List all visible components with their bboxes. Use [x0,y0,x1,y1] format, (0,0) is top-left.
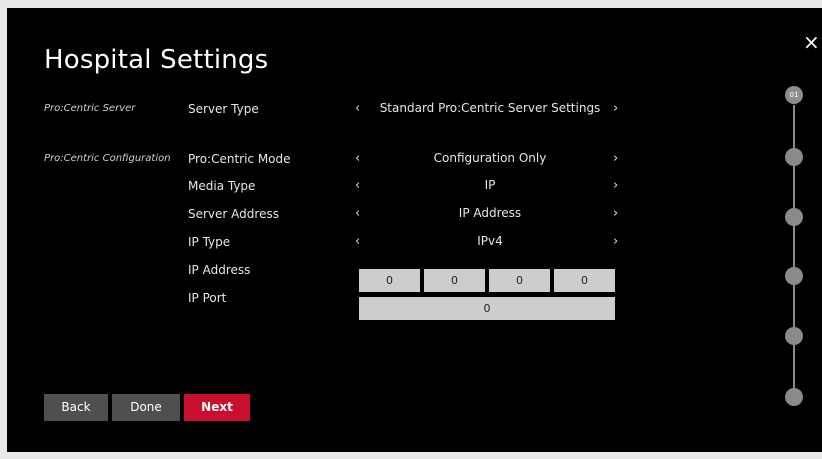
back-button[interactable]: Back [44,394,108,421]
section-label-configuration: Pro:Centric Configuration [44,153,171,164]
stepper-step-current: 01 [785,86,803,104]
ip-octet-1-input[interactable]: 0 [359,269,420,292]
ip-octet-3-input[interactable]: 0 [489,269,550,292]
chevron-left-icon[interactable]: ‹ [355,206,360,221]
next-button[interactable]: Next [184,394,250,421]
stepper-step [785,327,803,345]
mode-selector[interactable]: ‹ Configuration Only › [352,151,622,171]
chevron-right-icon[interactable]: › [613,234,618,249]
chevron-left-icon[interactable]: ‹ [355,151,360,166]
chevron-left-icon[interactable]: ‹ [355,234,360,249]
ip-octet-4-input[interactable]: 0 [554,269,615,292]
ip-address-label: IP Address [188,263,251,277]
chevron-right-icon[interactable]: › [613,206,618,221]
ip-octet-2-input[interactable]: 0 [424,269,485,292]
done-button[interactable]: Done [112,394,180,421]
ip-type-value: IPv4 [477,234,503,248]
server-type-label: Server Type [188,102,259,116]
ip-type-label: IP Type [188,235,231,249]
close-icon[interactable]: × [803,32,820,52]
stepper-step [785,388,803,406]
chevron-right-icon[interactable]: › [613,151,618,166]
chevron-left-icon[interactable]: ‹ [355,178,360,193]
server-type-selector[interactable]: ‹ Standard Pro:Centric Server Settings › [352,101,622,121]
chevron-left-icon[interactable]: ‹ [355,101,360,116]
stepper-step [785,267,803,285]
stepper-step [785,148,803,166]
mode-label: Pro:Centric Mode [188,152,291,166]
server-address-label: Server Address [188,207,279,221]
section-label-server: Pro:Centric Server [44,103,136,114]
ip-port-label: IP Port [188,291,227,305]
media-type-value: IP [484,178,496,192]
media-type-selector[interactable]: ‹ IP › [352,178,622,198]
chevron-right-icon[interactable]: › [613,178,618,193]
media-type-label: Media Type [188,179,256,193]
stepper-step [785,208,803,226]
chevron-right-icon[interactable]: › [613,101,618,116]
server-address-value: IP Address [458,206,522,220]
ip-type-selector[interactable]: ‹ IPv4 › [352,234,622,254]
server-address-selector[interactable]: ‹ IP Address › [352,206,622,226]
ip-port-input[interactable]: 0 [359,297,615,320]
mode-value: Configuration Only [433,151,547,165]
server-type-value: Standard Pro:Centric Server Settings [379,101,601,115]
page-title: Hospital Settings [44,45,269,75]
settings-screen: × Hospital Settings Pro:Centric Server P… [7,8,822,452]
